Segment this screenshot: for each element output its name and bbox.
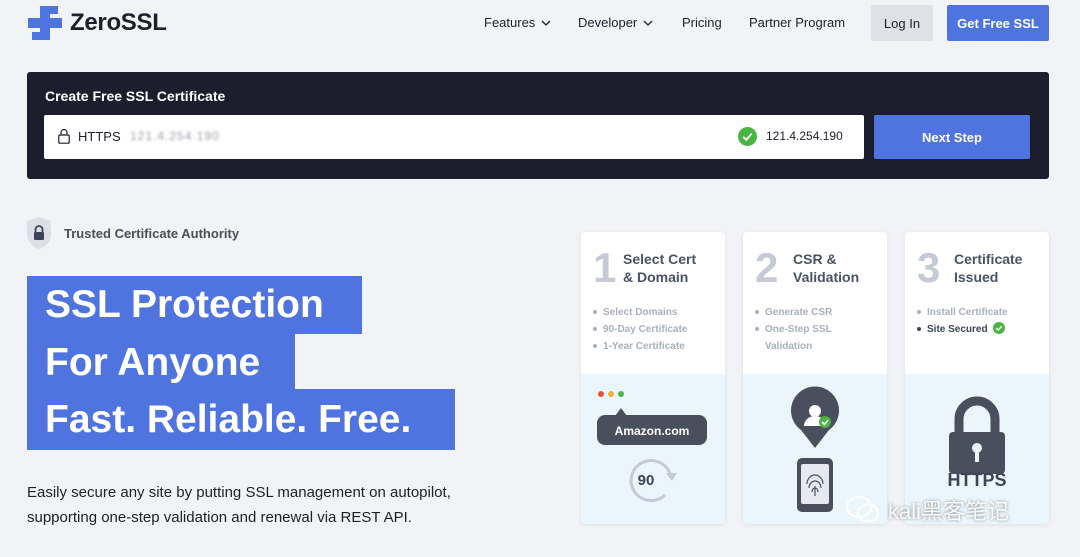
step-title-line-1: CSR & bbox=[793, 251, 837, 267]
step-title-line-2: & Domain bbox=[623, 269, 689, 285]
nav-developer-label: Developer bbox=[578, 15, 638, 30]
step-title-line-1: Select Cert bbox=[623, 251, 697, 267]
watermark: kali黑客笔记 bbox=[846, 494, 1009, 526]
nav-features[interactable]: Features bbox=[484, 15, 551, 30]
protocol-label: HTTPS bbox=[78, 129, 121, 144]
step-items: Install Certificate Site Secured bbox=[917, 304, 1041, 338]
step-title-line-2: Validation bbox=[793, 269, 860, 285]
step-items: Generate CSR One-Step SSL Validation bbox=[755, 304, 879, 355]
panel-title: Create Free SSL Certificate bbox=[45, 88, 226, 104]
step-item: Install Certificate bbox=[917, 304, 1041, 321]
step-item: One-Step SSL Validation bbox=[755, 321, 855, 355]
next-step-button[interactable]: Next Step bbox=[874, 115, 1030, 159]
lock-icon bbox=[58, 128, 70, 144]
renewal-days: 90 bbox=[637, 472, 655, 489]
nav-developer[interactable]: Developer bbox=[578, 15, 653, 30]
step-title: CSR & Validation bbox=[793, 250, 887, 286]
hero-line-2: For Anyone bbox=[27, 334, 295, 392]
hero-description: Easily secure any site by putting SSL ma… bbox=[27, 480, 547, 530]
domain-input[interactable]: HTTPS 121.4.254.190 121.4.254.190 bbox=[44, 115, 864, 159]
step-number: 3 bbox=[917, 244, 941, 291]
create-certificate-panel: Create Free SSL Certificate HTTPS 121.4.… bbox=[27, 72, 1049, 179]
chevron-down-icon bbox=[643, 20, 653, 26]
step-item: Select Domains bbox=[593, 304, 717, 321]
trusted-authority-label: Trusted Certificate Authority bbox=[64, 225, 240, 241]
step-item-label: Site Secured bbox=[927, 324, 988, 335]
step-card-select-cert: 1 Select Cert & Domain Select Domains 90… bbox=[581, 232, 725, 524]
step-item: Generate CSR bbox=[755, 304, 879, 321]
login-button[interactable]: Log In bbox=[871, 5, 933, 41]
wechat-icon bbox=[846, 496, 879, 523]
hero-description-line-2: supporting one-step validation and renew… bbox=[27, 509, 412, 526]
step-item: 1-Year Certificate bbox=[593, 338, 717, 355]
trusted-authority: Trusted Certificate Authority bbox=[26, 216, 239, 250]
top-navbar: ZeroSSL Features Developer Pricing Partn… bbox=[0, 0, 1080, 46]
hero-line-1: SSL Protection bbox=[27, 276, 362, 334]
step-title-line-2: Issued bbox=[954, 269, 999, 285]
step-number: 1 bbox=[593, 244, 617, 291]
step-card-csr-validation: 2 CSR & Validation Generate CSR One-Step… bbox=[743, 232, 887, 524]
lock-shield-icon bbox=[27, 217, 51, 249]
step-title: Select Cert & Domain bbox=[623, 250, 723, 286]
step-item-site-secured: Site Secured bbox=[917, 321, 1041, 338]
step-number: 2 bbox=[755, 244, 779, 291]
nav-features-label: Features bbox=[484, 15, 536, 30]
get-free-ssl-button[interactable]: Get Free SSL bbox=[947, 5, 1049, 41]
domain-badge: Amazon.com bbox=[614, 424, 690, 438]
nav-partner-label: Partner Program bbox=[749, 15, 846, 30]
detected-ip: 121.4.254.190 bbox=[766, 129, 843, 143]
watermark-text: kali黑客笔记 bbox=[888, 499, 1010, 524]
step-item: 90-Day Certificate bbox=[593, 321, 717, 338]
step-title-line-1: Certificate bbox=[954, 251, 1023, 267]
nav-pricing[interactable]: Pricing bbox=[682, 15, 722, 30]
chevron-down-icon bbox=[541, 20, 551, 26]
step-title: Certificate Issued bbox=[954, 250, 1049, 286]
valid-check-icon bbox=[738, 127, 757, 146]
domain-input-value[interactable]: 121.4.254.190 bbox=[130, 129, 220, 143]
zerossl-logo-icon bbox=[28, 6, 62, 40]
https-badge: HTTPS bbox=[947, 470, 1007, 490]
nav-partner-program[interactable]: Partner Program bbox=[749, 15, 845, 30]
hero-line-3: Fast. Reliable. Free. bbox=[27, 389, 455, 450]
zerossl-logo[interactable]: ZeroSSL bbox=[28, 6, 167, 40]
step-card-certificate-issued: 3 Certificate Issued Install Certificate… bbox=[905, 232, 1049, 524]
step-items: Select Domains 90-Day Certificate 1-Year… bbox=[593, 304, 717, 355]
brand-name: ZeroSSL bbox=[70, 9, 167, 36]
check-icon bbox=[993, 322, 1006, 334]
step-illustration: Amazon.com 90 bbox=[581, 374, 725, 524]
nav-pricing-label: Pricing bbox=[682, 15, 722, 30]
hero-description-line-1: Easily secure any site by putting SSL ma… bbox=[27, 484, 451, 501]
